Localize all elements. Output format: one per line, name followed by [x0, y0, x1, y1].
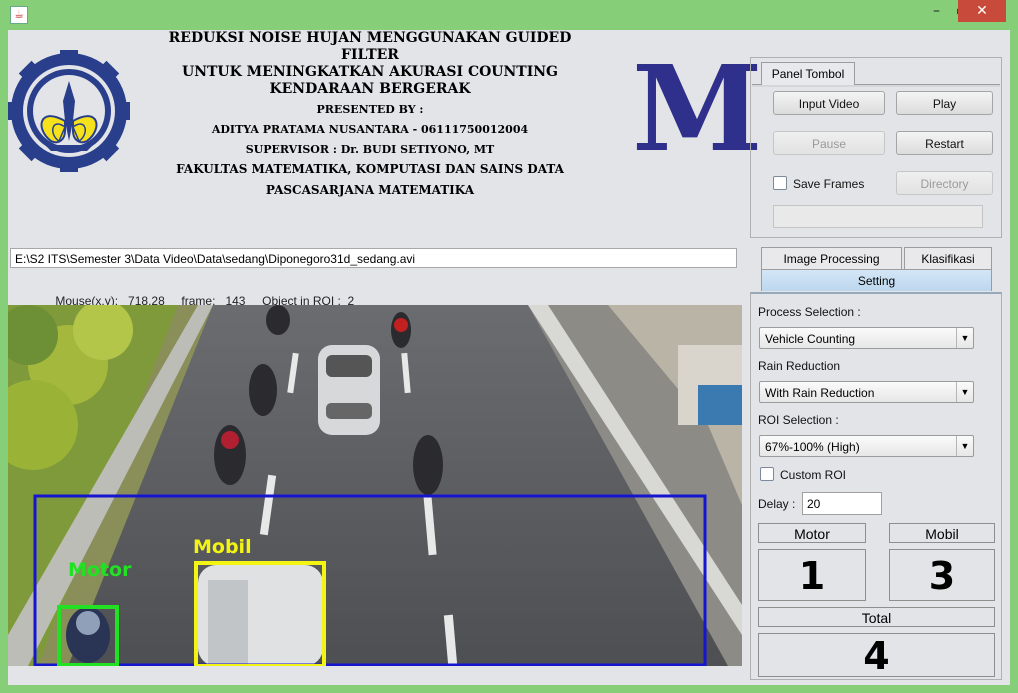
progress-field [773, 205, 983, 228]
total-count-value: 4 [758, 633, 995, 678]
roi-selection-label: ROI Selection : [758, 413, 839, 427]
play-button[interactable]: Play [896, 91, 993, 115]
chevron-down-icon: ▼ [956, 382, 973, 402]
save-frames-checkbox[interactable] [773, 176, 787, 190]
save-frames-label: Save Frames [793, 177, 865, 191]
pause-button[interactable]: Pause [773, 131, 885, 155]
program: PASCASARJANA MATEMATIKA [265, 183, 475, 197]
restart-button[interactable]: Restart [896, 131, 993, 155]
mobil-count-label: Mobil [889, 523, 995, 543]
title-line-2: UNTUK MENINGKATKAN AKURASI COUNTING [181, 64, 559, 80]
supervisor: SUPERVISOR : Dr. BUDI SETIYONO, MT [245, 143, 495, 156]
process-selection-value: Vehicle Counting [765, 332, 856, 346]
file-path-field[interactable]: E:\S2 ITS\Semester 3\Data Video\Data\sed… [10, 248, 737, 268]
video-display[interactable]: Mobil Motor [8, 305, 742, 666]
tab-image-processing[interactable]: Image Processing [761, 247, 902, 269]
rain-reduction-label: Rain Reduction [758, 359, 841, 373]
chevron-down-icon: ▼ [956, 328, 973, 348]
roi-selection-value: 67%-100% (High) [765, 440, 860, 454]
delay-input[interactable]: 20 [802, 492, 882, 515]
rain-reduction-value: With Rain Reduction [765, 386, 875, 400]
header-text: REDUKSI NOISE HUJAN MENGGUNAKAN GUIDED F… [160, 30, 580, 200]
custom-roi-checkbox[interactable] [760, 467, 774, 481]
rain-reduction-dropdown[interactable]: With Rain Reduction ▼ [759, 381, 974, 403]
presented-by: PRESENTED BY : [316, 103, 424, 116]
close-button[interactable]: ✕ [958, 0, 1006, 22]
tab-klasifikasi[interactable]: Klasifikasi [904, 247, 992, 269]
brand-logo-m: M [632, 39, 763, 178]
motor-count-value: 1 [758, 549, 866, 601]
author: ADITYA PRATAMA NUSANTARA - 0611175001200… [211, 123, 529, 136]
tab-panel-tombol[interactable]: Panel Tombol [761, 62, 855, 85]
mobil-count-value: 3 [889, 549, 995, 601]
directory-button[interactable]: Directory [896, 171, 993, 195]
roi-selection-dropdown[interactable]: 67%-100% (High) ▼ [759, 435, 974, 457]
title-line-1: REDUKSI NOISE HUJAN MENGGUNAKAN GUIDED F… [168, 30, 572, 63]
mobil-detection-label: Mobil [193, 536, 252, 558]
video-frame: Mobil Motor [8, 305, 742, 666]
custom-roi-label: Custom ROI [780, 468, 847, 482]
process-selection-dropdown[interactable]: Vehicle Counting ▼ [759, 327, 974, 349]
process-selection-label: Process Selection : [758, 305, 861, 319]
title-line-3: KENDARAAN BERGERAK [269, 81, 471, 97]
input-video-button[interactable]: Input Video [773, 91, 885, 115]
total-count-label: Total [758, 607, 995, 627]
java-icon: ☕ [10, 6, 28, 24]
institution-logo [8, 50, 130, 172]
motor-detection-label: Motor [68, 559, 132, 581]
motor-count-label: Motor [758, 523, 866, 543]
title-bar: ☕ – ▭ ✕ [0, 0, 1018, 30]
faculty: FAKULTAS MATEMATIKA, KOMPUTASI DAN SAINS… [176, 162, 564, 176]
chevron-down-icon: ▼ [956, 436, 973, 456]
tab-setting[interactable]: Setting [761, 269, 992, 291]
delay-label: Delay : [758, 497, 796, 511]
app-window: ☕ – ▭ ✕ [0, 0, 1018, 693]
